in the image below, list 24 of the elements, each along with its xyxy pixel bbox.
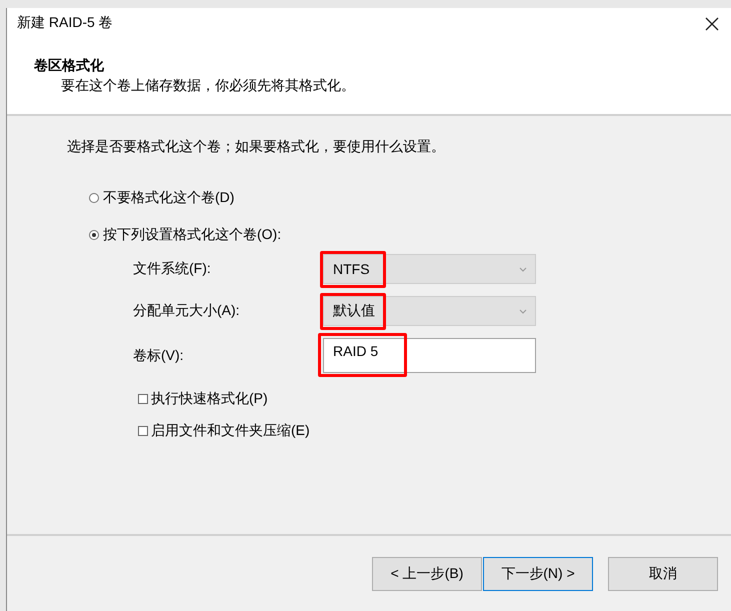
next-button[interactable]: 下一步(N) > bbox=[483, 556, 593, 590]
field-label: 文件系统(F): bbox=[133, 260, 212, 278]
field-label: 分配单元大小(A): bbox=[133, 302, 241, 320]
checkbox[interactable] bbox=[138, 426, 148, 436]
close-icon[interactable] bbox=[705, 17, 719, 31]
instruction-text: 选择是否要格式化这个卷；如果要格式化，要使用什么设置。 bbox=[67, 138, 446, 156]
cancel-button[interactable]: 取消 bbox=[608, 556, 718, 590]
page-heading: 卷区格式化 bbox=[34, 56, 105, 74]
caret-icon bbox=[519, 308, 527, 314]
back-button[interactable]: < 上一步(B) bbox=[372, 556, 482, 590]
checkbox-label[interactable]: 启用文件和文件夹压缩(E) bbox=[151, 422, 310, 440]
window-title: 新建 RAID-5 卷 bbox=[17, 14, 113, 32]
field-label: 卷标(V): bbox=[133, 346, 185, 364]
dropdown[interactable]: NTFS bbox=[323, 254, 536, 284]
checkbox-label[interactable]: 执行快速格式化(P) bbox=[151, 390, 268, 408]
dropdown[interactable]: 默认值 bbox=[323, 296, 536, 326]
radio-button[interactable] bbox=[89, 193, 99, 203]
input-field[interactable]: RAID 5 bbox=[323, 338, 536, 373]
radio-label[interactable]: 不要格式化这个卷(D) bbox=[103, 189, 234, 207]
caret-icon bbox=[519, 266, 527, 272]
radio-label[interactable]: 按下列设置格式化这个卷(O): bbox=[103, 226, 282, 244]
checkbox[interactable] bbox=[138, 394, 148, 404]
radio-button[interactable] bbox=[89, 230, 99, 240]
page-description: 要在这个卷上储存数据，你必须先将其格式化。 bbox=[61, 76, 356, 94]
